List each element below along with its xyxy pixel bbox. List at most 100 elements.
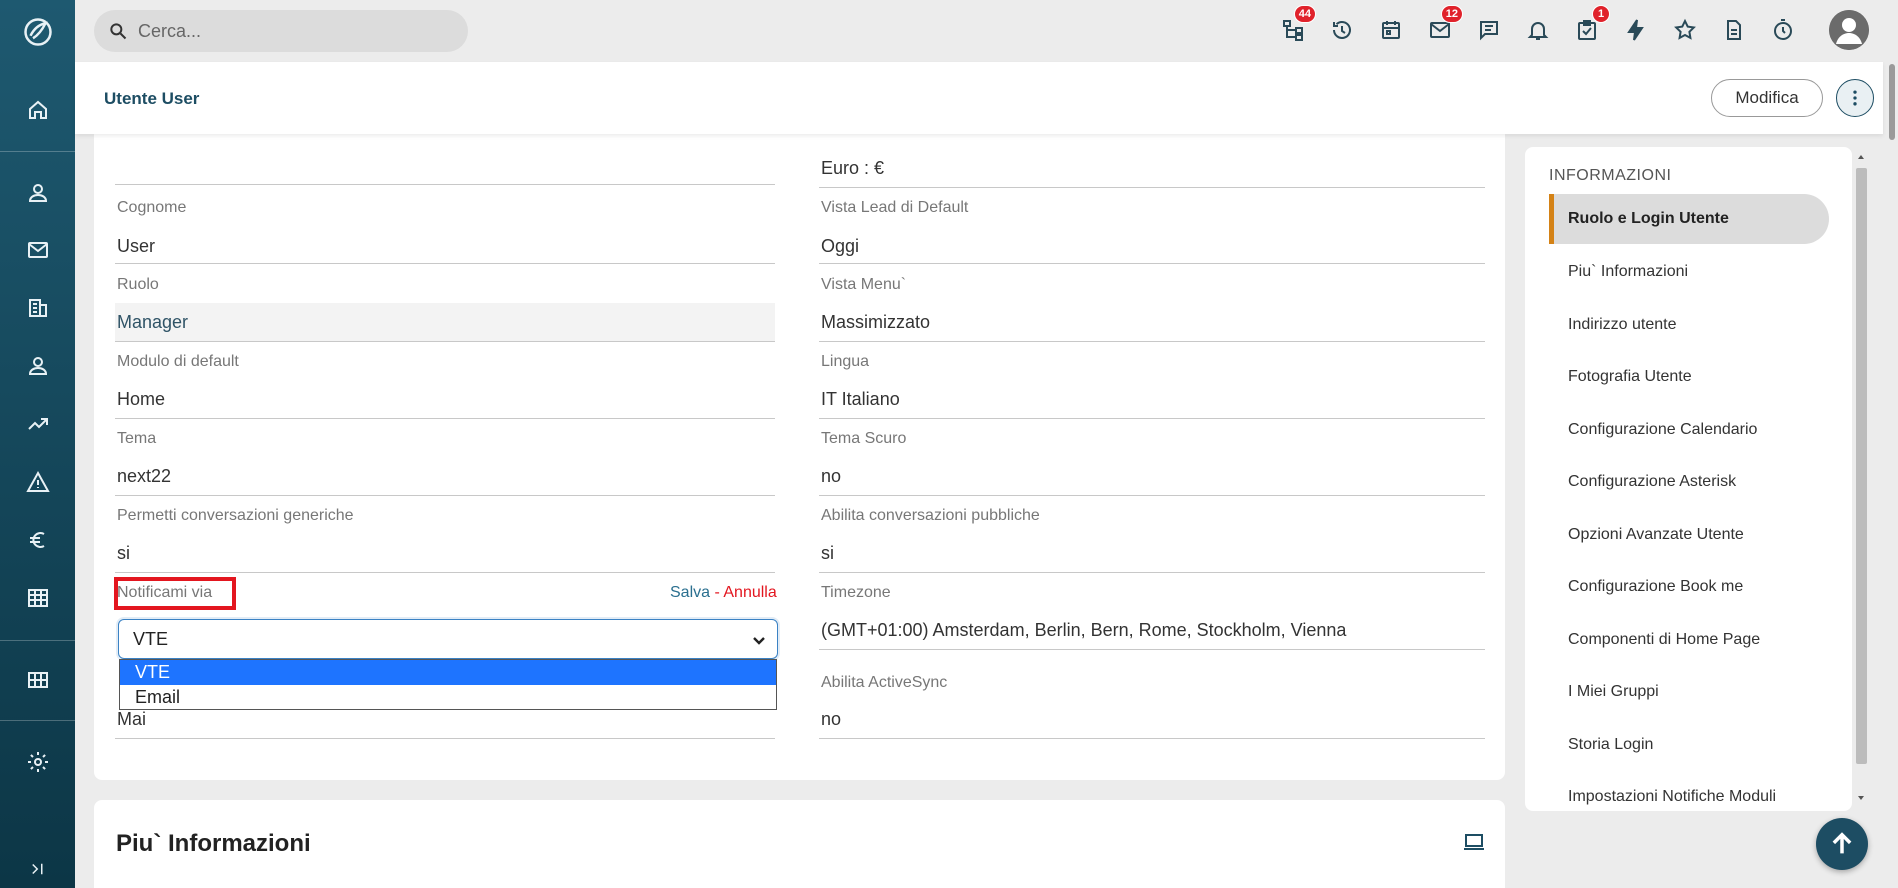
laptop-icon[interactable] (1462, 830, 1486, 859)
history-icon[interactable] (1327, 14, 1357, 46)
dropdown-option-vte[interactable]: VTE (120, 660, 776, 685)
calendar-icon[interactable] (1376, 14, 1406, 46)
trending-up-icon[interactable] (0, 404, 75, 444)
grid-icon[interactable] (0, 660, 75, 700)
sidebar-divider (0, 151, 75, 152)
field-label-tema: Tema (117, 430, 157, 447)
logo-icon[interactable] (0, 10, 75, 54)
field-underline (819, 572, 1485, 573)
nav-item-indirizzo[interactable]: Indirizzo utente (1549, 300, 1829, 350)
field-label-activesync: Abilita ActiveSync (821, 674, 948, 691)
tasks-badge: 1 (1592, 5, 1610, 23)
nav-item-notifiche-moduli[interactable]: Impostazioni Notifiche Moduli (1549, 772, 1829, 811)
field-value-valuta[interactable]: Euro : € (821, 158, 884, 179)
nav-item-gruppi[interactable]: I Miei Gruppi (1549, 667, 1829, 717)
readonly-field-bg (115, 303, 775, 341)
home-icon[interactable] (0, 90, 75, 130)
field-value-cognome[interactable]: User (117, 236, 155, 257)
field-label-timezone: Timezone (821, 584, 891, 601)
cancel-link[interactable]: Annulla (723, 584, 776, 601)
more-options-button[interactable] (1836, 79, 1874, 117)
more-vertical-icon (1853, 90, 1857, 106)
notify-select[interactable]: VTE (118, 619, 778, 659)
action-separator: - (714, 584, 720, 601)
field-value-ruolo: Manager (117, 312, 189, 332)
building-icon[interactable] (0, 288, 75, 328)
nav-item-fotografia[interactable]: Fotografia Utente (1549, 352, 1829, 402)
field-value-conversazioni-generiche[interactable]: si (117, 543, 130, 564)
gear-icon[interactable] (0, 742, 75, 782)
mail-badge: 12 (1440, 5, 1463, 23)
notify-dropdown-list: VTE Email (119, 659, 777, 710)
mail-icon[interactable]: 12 (1425, 5, 1463, 46)
scroll-to-top-button[interactable] (1816, 818, 1868, 870)
arrow-up-icon (1832, 832, 1852, 854)
task-check-icon[interactable]: 1 (1572, 5, 1610, 46)
field-value-tema-scuro[interactable]: no (821, 466, 841, 487)
field-underline (819, 263, 1485, 264)
field-underline (819, 418, 1485, 419)
search-bar[interactable] (94, 10, 468, 52)
page-scrollbar[interactable] (1889, 64, 1895, 140)
table-icon[interactable] (0, 578, 75, 618)
chat-icon[interactable] (1474, 14, 1504, 46)
chevron-down-icon (753, 637, 765, 645)
person-icon[interactable] (0, 173, 75, 213)
avatar[interactable] (1829, 10, 1869, 50)
field-label-cognome: Cognome (117, 199, 187, 216)
modules-tree-icon[interactable]: 44 (1278, 5, 1316, 46)
field-value-timezone[interactable]: (GMT+01:00) Amsterdam, Berlin, Bern, Rom… (821, 620, 1346, 641)
timer-icon[interactable] (1768, 14, 1798, 46)
field-label-vista-menu: Vista Menu` (821, 276, 907, 293)
dropdown-option-email[interactable]: Email (120, 685, 776, 710)
nav-item-storia-login[interactable]: Storia Login (1549, 720, 1829, 770)
bell-icon[interactable] (1523, 14, 1553, 46)
nav-item-opzioni-avanzate[interactable]: Opzioni Avanzate Utente (1549, 510, 1829, 560)
mail-icon[interactable] (0, 230, 75, 270)
expand-sidebar-icon[interactable] (0, 854, 75, 884)
field-value-below-dropdown[interactable]: Mai (117, 709, 146, 730)
edit-button[interactable]: Modifica (1711, 79, 1823, 117)
panel-scrollbar-thumb[interactable] (1856, 168, 1867, 764)
field-underline (819, 738, 1485, 739)
scroll-down-arrow-icon[interactable] (1855, 792, 1867, 804)
document-icon[interactable] (1719, 14, 1749, 46)
field-value-activesync[interactable]: no (821, 709, 841, 730)
sidebar (0, 0, 75, 888)
euro-icon[interactable] (0, 520, 75, 560)
lightning-icon[interactable] (1621, 14, 1651, 46)
field-underline (115, 341, 775, 342)
field-label-tema-scuro: Tema Scuro (821, 430, 907, 447)
field-underline (115, 738, 775, 739)
nav-item-calendario[interactable]: Configurazione Calendario (1549, 405, 1829, 455)
scroll-up-arrow-icon[interactable] (1855, 151, 1867, 163)
field-value-lingua[interactable]: IT Italiano (821, 389, 900, 410)
sidebar-divider (0, 640, 75, 641)
section-title: Piu` Informazioni (116, 830, 311, 857)
field-label-conversazioni-generiche: Permetti conversazioni generiche (117, 507, 354, 524)
user-details-card: Nome Cognome User Ruolo Manager Modulo d… (94, 125, 1505, 780)
page-title: Utente User (104, 89, 200, 108)
nav-item-asterisk[interactable]: Configurazione Asterisk (1549, 457, 1829, 507)
field-label-notificami-via: Notificami via (117, 584, 213, 601)
topbar: 44 12 1 (75, 0, 1898, 62)
warning-icon[interactable] (0, 462, 75, 502)
modules-badge: 44 (1293, 5, 1316, 23)
star-icon[interactable] (1670, 14, 1700, 46)
nav-item-home-page[interactable]: Componenti di Home Page (1549, 615, 1829, 665)
nav-item-piu-informazioni[interactable]: Piu` Informazioni (1549, 247, 1829, 297)
save-link[interactable]: Salva (670, 584, 710, 601)
field-value-conversazioni-pubbliche[interactable]: si (821, 543, 834, 564)
field-underline (115, 418, 775, 419)
nav-item-ruolo-login[interactable]: Ruolo e Login Utente (1549, 194, 1829, 244)
field-value-modulo[interactable]: Home (117, 389, 165, 410)
field-underline (115, 495, 775, 496)
field-underline (819, 649, 1485, 650)
field-value-vista-menu[interactable]: Massimizzato (821, 312, 930, 333)
field-value-vista-lead[interactable]: Oggi (821, 236, 859, 257)
contact-icon[interactable] (0, 346, 75, 386)
search-input[interactable] (138, 20, 438, 42)
field-value-tema[interactable]: next22 (117, 466, 171, 487)
info-navigation-panel: INFORMAZIONI Ruolo e Login Utente Piu` I… (1525, 147, 1852, 811)
nav-item-book-me[interactable]: Configurazione Book me (1549, 562, 1829, 612)
